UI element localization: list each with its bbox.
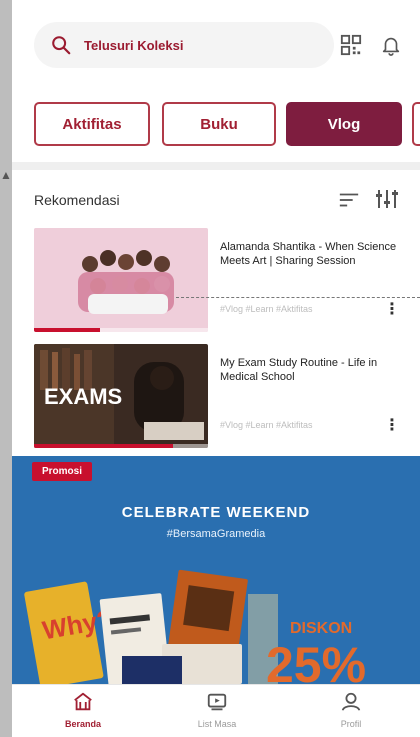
section-title: Rekomendasi bbox=[34, 192, 120, 208]
promo-badge: Promosi bbox=[32, 462, 93, 481]
progress-bar bbox=[34, 444, 173, 448]
video-tags: #Vlog #Learn #Aktifitas bbox=[220, 304, 313, 314]
qr-icon[interactable] bbox=[340, 34, 362, 56]
category-tabs: Aktifitas Buku Vlog bbox=[12, 88, 420, 162]
nav-label: Profil bbox=[340, 719, 362, 729]
filter-icon[interactable] bbox=[374, 188, 400, 210]
promo-banner[interactable]: Why? Promosi CELEBRATE WEEKEND #BersamaG… bbox=[12, 456, 420, 684]
header: Telusuri Koleksi bbox=[12, 0, 420, 88]
bottom-navigation: Beranda List Masa Profil bbox=[12, 684, 420, 737]
nav-list-masa[interactable]: List Masa bbox=[162, 691, 272, 729]
nav-beranda[interactable]: Beranda bbox=[28, 691, 138, 729]
nav-label: Beranda bbox=[64, 719, 101, 729]
search-placeholder: Telusuri Koleksi bbox=[84, 37, 184, 53]
more-options-icon[interactable]: ⋮ bbox=[384, 416, 400, 436]
tab-aktifitas[interactable]: Aktifitas bbox=[34, 102, 150, 146]
video-title: My Exam Study Routine - Life in Medical … bbox=[220, 357, 378, 383]
sort-icon[interactable] bbox=[338, 190, 360, 210]
video-item[interactable]: Alamanda Shantika - When Science Meets A… bbox=[34, 228, 406, 332]
progress-bar bbox=[34, 328, 100, 332]
tab-more[interactable] bbox=[412, 102, 420, 146]
background-strip: ▲ bbox=[0, 0, 12, 737]
video-thumbnail[interactable]: EXAMS bbox=[34, 344, 208, 448]
promo-title: CELEBRATE WEEKEND bbox=[121, 504, 311, 521]
more-options-icon[interactable]: ⋮ bbox=[384, 300, 400, 320]
profile-icon bbox=[341, 692, 361, 711]
section-divider bbox=[12, 162, 420, 170]
video-thumbnail[interactable] bbox=[34, 228, 208, 332]
promo-discount-value: 25% bbox=[266, 637, 367, 684]
dashed-divider bbox=[176, 297, 420, 298]
tab-buku[interactable]: Buku bbox=[162, 102, 276, 146]
thumbnail-text: EXAMS bbox=[44, 384, 122, 409]
nav-label: List Masa bbox=[197, 719, 237, 729]
video-title: Alamanda Shantika - When Science Meets A… bbox=[220, 241, 397, 267]
list-icon bbox=[207, 693, 227, 711]
search-bar[interactable]: Telusuri Koleksi bbox=[34, 22, 334, 68]
bell-icon[interactable] bbox=[380, 34, 402, 56]
tab-vlog[interactable]: Vlog bbox=[286, 102, 402, 146]
promo-hashtag: #BersamaGramedia bbox=[166, 528, 266, 540]
nav-profil[interactable]: Profil bbox=[296, 691, 406, 729]
arrow-up-icon: ▲ bbox=[0, 168, 12, 182]
thumbnail-image bbox=[34, 228, 208, 332]
home-icon bbox=[74, 692, 92, 711]
video-item[interactable]: EXAMS My Exam Study Routine - Life in Me… bbox=[34, 344, 406, 448]
thumbnail-image: EXAMS bbox=[34, 344, 208, 448]
video-tags: #Vlog #Learn #Aktifitas bbox=[220, 420, 313, 430]
app-frame: Telusuri Koleksi Aktifitas Buku Vlog Rek… bbox=[12, 0, 420, 737]
search-icon bbox=[52, 36, 71, 55]
